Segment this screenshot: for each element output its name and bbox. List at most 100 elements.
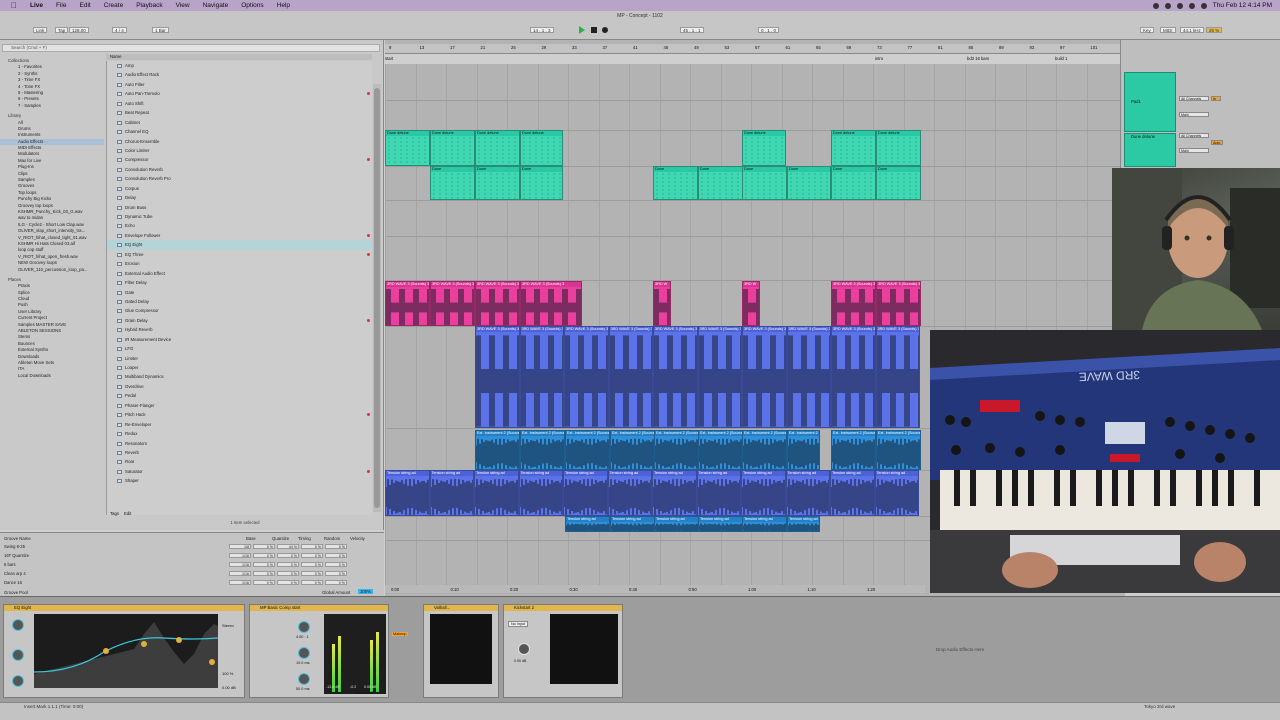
file-list-item[interactable]: EQ Three <box>107 250 372 259</box>
ratio-knob[interactable] <box>298 621 310 633</box>
arrangement-clip[interactable]: Dune <box>520 166 563 200</box>
eq-eight-device[interactable]: EQ Eight Stereo 100 % 0.00 dB <box>3 604 245 698</box>
arrangement-clip[interactable]: Dune <box>831 166 876 200</box>
arrangement-clip[interactable]: Tension string ad <box>785 470 830 516</box>
file-list-item[interactable]: Hybrid Reverb <box>107 325 372 334</box>
arrangement-clip[interactable]: Ext. Instrument 2 (Source) <box>565 430 610 470</box>
groove-param-q[interactable]: 0 % <box>253 571 275 576</box>
arrangement-clip[interactable]: 3RD WAVE 3 (Sounds) 3 <box>564 326 609 428</box>
groove-param-v[interactable]: 0 % <box>325 562 347 567</box>
arrangement-clip[interactable]: Tension string ad <box>607 470 652 516</box>
groove-param-r[interactable]: 0 % <box>301 580 323 585</box>
arrangement-clip[interactable]: 3RD WAVE 3 (Sounds) 3 <box>876 281 921 326</box>
groove-param-r[interactable]: 0 % <box>301 562 323 567</box>
input-channel[interactable]: All Channels <box>1179 96 1209 101</box>
tags-edit[interactable]: Edit <box>124 511 131 516</box>
link-button[interactable]: Link <box>33 27 48 33</box>
name-column-header[interactable]: Name <box>106 54 372 60</box>
status-icon[interactable] <box>1152 2 1159 9</box>
groove-param-q[interactable]: 0 % <box>253 544 275 549</box>
locator-ruler[interactable]: start intro bd3 16 bars build 1 <box>385 54 1120 64</box>
file-list-item[interactable]: Envelope Follower <box>107 231 372 240</box>
groove-param-t[interactable]: 0 % <box>277 571 299 576</box>
plugin-window[interactable] <box>550 614 618 684</box>
arrangement-clip[interactable]: Dune <box>698 166 743 200</box>
arrangement-clip[interactable]: Tension string ad <box>652 470 697 516</box>
arrangement-clip[interactable]: Tension string ad <box>742 516 787 532</box>
arrangement-clip[interactable]: 3RD WAVE 3 (Sounds) 3 <box>385 281 430 326</box>
device-title[interactable]: Valhall... <box>424 605 498 611</box>
gain-knob[interactable] <box>12 649 24 661</box>
menu-edit[interactable]: Edit <box>80 2 91 9</box>
groove-param-base[interactable]: 1/16 <box>229 571 251 576</box>
arrangement-clip[interactable]: Dune detune <box>831 130 876 166</box>
groove-param-t[interactable]: 44 % <box>277 544 299 549</box>
kickstart-device[interactable]: Kickstart 2 No Input 0.00 dB <box>503 604 623 698</box>
file-list-item[interactable]: LFO <box>107 344 372 353</box>
arrangement-clip[interactable]: Dune detune <box>475 130 520 166</box>
file-list-item[interactable]: Re-Enveloper <box>107 420 372 429</box>
groove-name[interactable]: Swing 8-25 <box>4 544 25 549</box>
arrangement-clip[interactable]: Dune detune <box>430 130 475 166</box>
groove-row[interactable]: 16T Quantize 1/16 0 % 0 % 0 % 0 % <box>4 553 347 559</box>
file-list-item[interactable]: Gate <box>107 288 372 297</box>
arrangement-clip[interactable]: 3RD WAVE 3 (Sounds) 3 <box>875 326 920 428</box>
groove-param-r[interactable]: 0 % <box>301 544 323 549</box>
file-list-item[interactable]: Beat Repeat <box>107 108 372 117</box>
eq-display[interactable] <box>34 614 218 688</box>
arrangement-clip[interactable]: 3RD WAVE 3 (Sounds) 3 <box>608 326 653 428</box>
file-list-item[interactable]: Auto Pan-Tremolo <box>107 89 372 98</box>
menu-playback[interactable]: Playback <box>136 2 162 9</box>
track-header-pad1[interactable]: Pad1 <box>1124 72 1176 132</box>
time-signature[interactable]: 4 / 4 <box>112 27 127 33</box>
file-list-item[interactable]: Channel EQ <box>107 127 372 136</box>
file-list-item[interactable]: Shaper <box>107 476 372 485</box>
arrangement-clip[interactable]: Ext. Instrument 2 (Source) <box>475 430 520 470</box>
arrangement-clip[interactable]: Dune detune <box>742 130 786 166</box>
file-list-item[interactable]: Phaser-Flanger <box>107 401 372 410</box>
arrangement-clip[interactable]: Tension string ad <box>385 470 430 516</box>
drop-audio-effects-hint[interactable]: Drop Audio Effects Here <box>920 647 1000 652</box>
groove-param-r[interactable]: 0 % <box>301 571 323 576</box>
arrangement-clip[interactable]: Dune <box>787 166 831 200</box>
device-title[interactable]: EQ Eight <box>4 605 244 611</box>
monitor-in[interactable]: In <box>1211 96 1221 101</box>
out-value[interactable]: 0.00 dB <box>364 685 376 689</box>
valhalla-device[interactable]: Valhall... <box>423 604 499 698</box>
arrangement-clip[interactable]: Tension string ad <box>696 470 741 516</box>
collection-item[interactable]: 7 - Samples <box>0 103 104 109</box>
arrangement-clip[interactable]: 3RD WAVE 3 (Sounds) 3 <box>519 326 564 428</box>
arrangement-clip[interactable]: 3RD WAVE 3 (Sounds) 3 <box>831 281 876 326</box>
file-list-item[interactable]: External Audio Effect <box>107 269 372 278</box>
file-list-item[interactable]: Resonators <box>107 439 372 448</box>
menu-help[interactable]: Help <box>277 2 290 9</box>
groove-param-t[interactable]: 0 % <box>277 553 299 558</box>
monitor-auto[interactable]: Auto <box>1211 140 1223 145</box>
eq-mode[interactable]: Stereo <box>222 623 234 628</box>
file-list-item[interactable]: Grain Delay <box>107 316 372 325</box>
groove-param-q[interactable]: 0 % <box>253 580 275 585</box>
arrangement-clip[interactable]: 3RD WAVE 3 (Sounds) 3 <box>475 326 520 428</box>
arrangement-clip[interactable]: Tension string ad <box>654 516 699 532</box>
stop-icon[interactable] <box>591 27 597 33</box>
output-routing[interactable]: Main <box>1179 148 1209 153</box>
file-list-item[interactable]: Auto Shift <box>107 99 372 108</box>
groove-param-base[interactable]: 1/16 <box>229 580 251 585</box>
locator[interactable]: bd3 16 bars <box>967 56 989 61</box>
key-button[interactable]: Key <box>1140 27 1154 33</box>
global-amount-value[interactable]: 100% <box>358 589 373 594</box>
arrangement-clip[interactable]: Tension string ad <box>565 516 610 532</box>
groove-row[interactable]: Swing 8-25 1/8 0 % 44 % 0 % 0 % <box>4 544 347 550</box>
arrangement-clip[interactable]: 3RD W <box>742 281 760 326</box>
menu-options[interactable]: Options <box>241 2 263 9</box>
arrangement-clip[interactable]: Ext. Instrument 2 (Source) <box>610 430 655 470</box>
tap-button[interactable]: Tap <box>55 27 69 33</box>
arrangement-clip[interactable]: Ext. Instrument 2 (Source) <box>742 430 787 470</box>
file-list-item[interactable]: EQ Eight <box>107 240 372 250</box>
compressor-device[interactable]: MP Basic Comp start 4.00 : 1 10.0 ms 50.… <box>249 604 408 698</box>
file-list-item[interactable]: Reverb <box>107 448 372 457</box>
groove-param-t[interactable]: 0 % <box>277 580 299 585</box>
makeup-button[interactable]: Makeup <box>392 632 408 636</box>
menu-view[interactable]: View <box>176 2 190 9</box>
eq-scale[interactable]: 100 % <box>222 671 233 676</box>
